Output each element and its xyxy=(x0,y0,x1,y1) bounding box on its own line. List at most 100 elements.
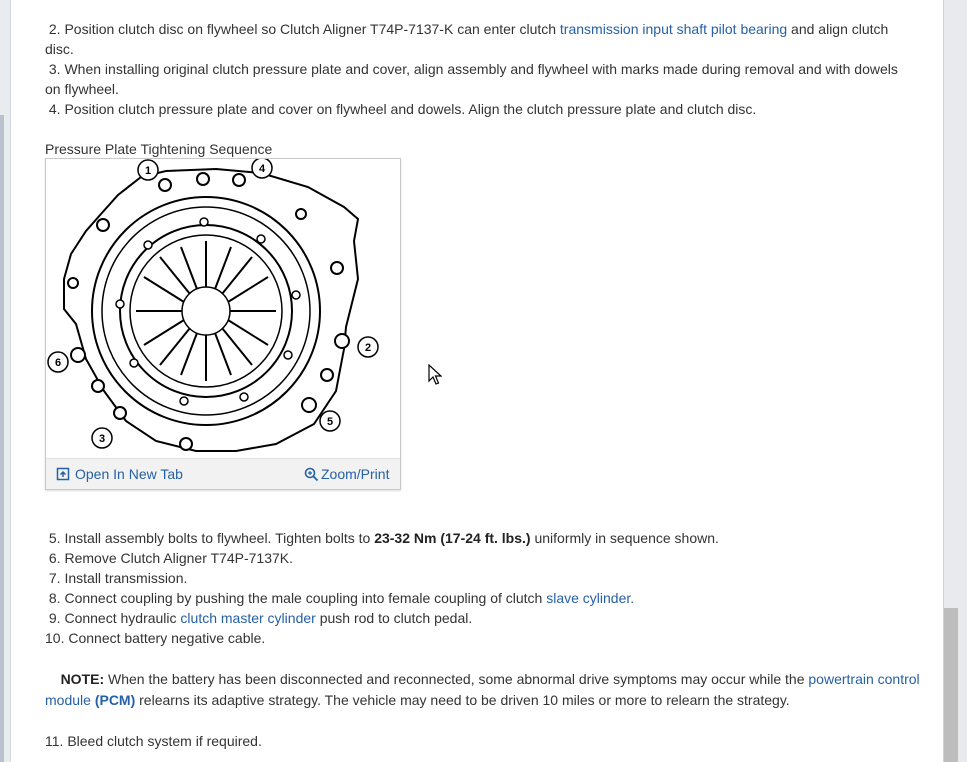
step-6-line: 6. Remove Clutch Aligner T74P-7137K. xyxy=(45,548,935,568)
bolt-hole xyxy=(67,277,79,289)
step-8-text: Connect coupling by pushing the male cou… xyxy=(60,590,547,606)
step-2-number: 2. xyxy=(48,21,61,37)
callout-5: 5 xyxy=(327,416,333,428)
step-6-text: Remove Clutch Aligner T74P-7137K. xyxy=(60,550,293,566)
bolt-hole xyxy=(158,178,172,192)
step-4-line: 4. Position clutch pressure plate and co… xyxy=(45,99,935,119)
cover-ring-inner xyxy=(101,206,311,416)
step-2-line-2: disc. xyxy=(45,41,74,57)
step-10-text: Connect battery negative cable. xyxy=(64,630,266,646)
rivet xyxy=(256,234,266,244)
step-4-number: 4. xyxy=(48,101,61,117)
bolt-hole xyxy=(196,172,210,186)
left-frame-border xyxy=(0,0,11,762)
link-module[interactable]: module xyxy=(45,692,91,708)
bolt-hole xyxy=(330,261,344,275)
step-9-text-end: push rod to clutch pedal. xyxy=(315,610,473,626)
rivet xyxy=(179,396,189,406)
finger xyxy=(214,246,232,290)
bolt-hole xyxy=(70,347,86,363)
bolt-hole xyxy=(301,397,317,413)
rivet xyxy=(199,217,209,227)
step-6-number: 6. xyxy=(48,550,61,566)
pressure-plate-figure: 1 4 2 6 3 5 Open In New Tab Zoom/Print xyxy=(45,157,401,490)
finger xyxy=(159,256,191,295)
zoom-print-button[interactable]: Zoom/Print xyxy=(304,466,389,482)
rivet xyxy=(115,299,125,309)
bolt-hole xyxy=(232,173,246,187)
callout-4: 4 xyxy=(259,163,266,175)
step-2-line-1: 2. Position clutch disc on flywheel so C… xyxy=(45,19,935,39)
note-label: NOTE: xyxy=(60,671,105,687)
figure-caption: Pressure Plate Tightening Sequence xyxy=(45,141,273,157)
bolt-hole xyxy=(91,379,105,393)
step-3-line-1: 3. When installing original clutch press… xyxy=(45,59,935,79)
callout-1: 1 xyxy=(145,165,151,177)
rivet xyxy=(143,240,153,250)
step-3-line-2: on flywheel. xyxy=(45,81,119,97)
diaphragm-fingers xyxy=(136,241,276,381)
step-4-text: Position clutch pressure plate and cover… xyxy=(60,101,757,117)
step-9-line: 9. Connect hydraulic clutch master cylin… xyxy=(45,608,935,628)
mouse-pointer-icon xyxy=(428,364,442,385)
finger xyxy=(180,246,198,290)
step-3-text: When installing original clutch pressure… xyxy=(60,61,898,77)
left-frame-accent xyxy=(0,115,4,762)
step-5-line: 5. Install assembly bolts to flywheel. T… xyxy=(45,528,935,548)
rivet xyxy=(239,392,249,402)
bolt-hole xyxy=(320,368,334,382)
step-9-number: 9. xyxy=(48,610,61,626)
link-transmission-input-shaft-pilot-bearing[interactable]: transmission input shaft pilot bearing xyxy=(560,21,787,37)
note-text: When the battery has been disconnected a… xyxy=(104,671,809,687)
note-line-1: NOTE: When the battery has been disconne… xyxy=(45,669,935,689)
link-powertrain-control-module[interactable]: powertrain control xyxy=(808,671,919,687)
finger xyxy=(221,327,253,366)
step-8-number: 8. xyxy=(48,590,61,606)
step-7-text: Install transmission. xyxy=(60,570,188,586)
callout-2: 2 xyxy=(365,342,371,354)
link-clutch-master-cylinder[interactable]: clutch master cylinder xyxy=(180,610,315,626)
step-5-number: 5. xyxy=(48,530,61,546)
step-8-line: 8. Connect coupling by pushing the male … xyxy=(45,588,935,608)
vertical-scrollbar-thumb[interactable] xyxy=(944,608,958,762)
cover-ring-outer xyxy=(91,196,321,426)
rivet xyxy=(129,358,139,368)
torque-spec: 23-32 Nm (17-24 ft. lbs.) xyxy=(374,530,531,546)
figure-footer: Open In New Tab Zoom/Print xyxy=(46,458,400,489)
bolt-hole xyxy=(113,406,127,420)
open-in-new-tab-label: Open In New Tab xyxy=(75,466,183,482)
bolt-hole xyxy=(295,208,307,220)
step-11-number: 11. xyxy=(45,733,64,749)
step-3-number: 3. xyxy=(48,61,61,77)
pressure-plate-diagram[interactable]: 1 4 2 6 3 5 xyxy=(46,157,400,457)
step-7-line: 7. Install transmission. xyxy=(45,568,935,588)
sequence-callouts: 1 4 2 6 3 5 xyxy=(47,157,379,449)
step-11-text: Bleed clutch system if required. xyxy=(63,733,262,749)
link-pcm[interactable]: (PCM) xyxy=(95,692,135,708)
step-2-text-end: and align clutch xyxy=(787,21,889,37)
step-5-text: Install assembly bolts to flywheel. Tigh… xyxy=(60,530,375,546)
open-new-tab-icon xyxy=(56,467,70,481)
step-11-line: 11. Bleed clutch system if required. xyxy=(45,731,935,751)
step-10-line: 10. Connect battery negative cable. xyxy=(45,628,935,648)
finger xyxy=(214,332,232,376)
magnifier-zoom-icon xyxy=(304,467,319,481)
callout-3: 3 xyxy=(99,433,105,445)
bolt-holes xyxy=(67,172,350,451)
finger xyxy=(180,332,198,376)
rivet xyxy=(283,350,293,360)
bolt-hole xyxy=(334,333,350,349)
step-5-text-end: uniformly in sequence shown. xyxy=(530,530,719,546)
link-slave-cylinder[interactable]: slave cylinder. xyxy=(546,590,634,606)
callout-6: 6 xyxy=(55,357,61,369)
step-7-number: 7. xyxy=(48,570,61,586)
note-line-2: module (PCM) relearns its adaptive strat… xyxy=(45,690,935,710)
step-10-number: 10. xyxy=(45,630,65,646)
step-9-text: Connect hydraulic xyxy=(60,610,181,626)
finger xyxy=(221,256,253,295)
open-in-new-tab-button[interactable]: Open In New Tab xyxy=(56,466,183,482)
note-text-end: relearns its adaptive strategy. The vehi… xyxy=(135,692,790,708)
rivet xyxy=(291,290,301,300)
step-2-text: Position clutch disc on flywheel so Clut… xyxy=(60,21,560,37)
finger xyxy=(159,327,191,366)
